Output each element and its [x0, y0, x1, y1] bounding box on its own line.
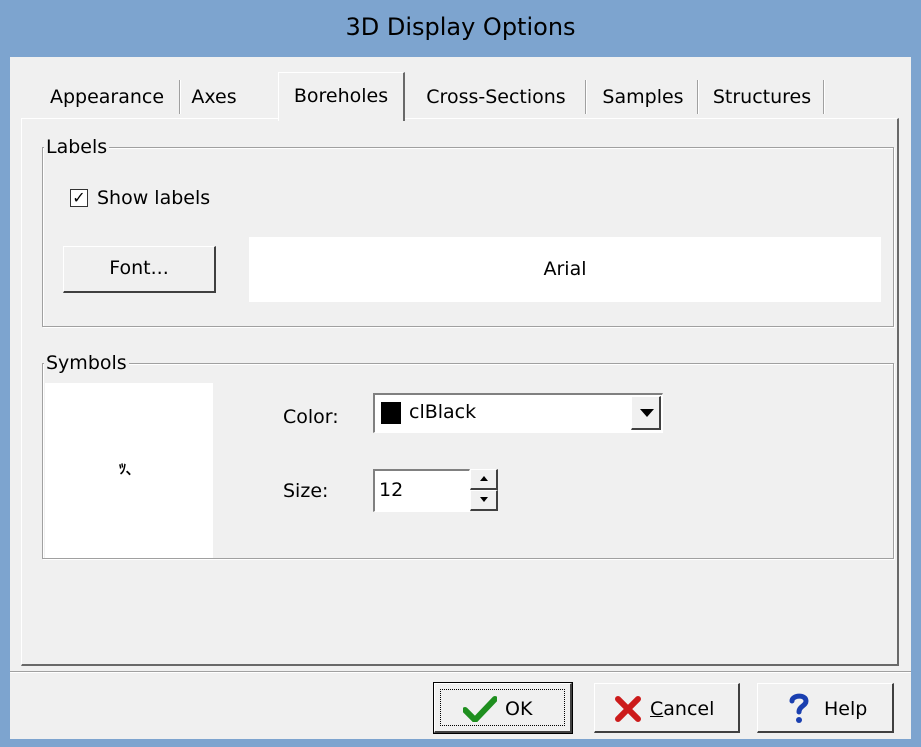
symbol-preview: ﾂ､	[45, 383, 213, 558]
tab-label: Structures	[712, 86, 812, 108]
color-label: Color:	[283, 406, 339, 428]
size-label: Size:	[283, 480, 329, 502]
size-spin-down-button[interactable]	[470, 490, 498, 511]
font-button-label: Font...	[109, 257, 169, 279]
checkmark-icon: ✓	[72, 188, 86, 207]
size-input[interactable]: 12	[373, 469, 470, 512]
cancel-accelerator: C	[650, 698, 664, 720]
tab-cross-sections[interactable]: Cross-Sections	[405, 76, 587, 118]
chevron-down-icon[interactable]	[631, 396, 661, 430]
font-button[interactable]: Font...	[63, 246, 216, 293]
color-select-value: clBlack	[409, 401, 477, 423]
help-icon	[789, 693, 809, 723]
tab-axes[interactable]: Axes	[181, 76, 247, 118]
font-preview: Arial	[249, 237, 881, 302]
bottom-divider	[10, 671, 911, 673]
tab-label: Boreholes	[293, 85, 389, 107]
tab-label: Cross-Sections	[426, 86, 566, 108]
show-labels-checkbox[interactable]: ✓	[70, 189, 88, 207]
tab-structures[interactable]: Structures	[699, 76, 825, 118]
show-labels-label[interactable]: Show labels	[97, 187, 210, 209]
cancel-button[interactable]: Cancel	[594, 683, 740, 733]
size-input-value: 12	[379, 479, 404, 501]
window-frame-left	[0, 57, 10, 747]
window-frame-right	[911, 57, 921, 747]
help-button[interactable]: Help	[757, 683, 894, 733]
window-frame-bottom	[0, 739, 921, 747]
tab-boreholes[interactable]: Boreholes	[278, 72, 405, 121]
symbols-group-caption: Symbols	[44, 352, 129, 374]
title-bar[interactable]: 3D Display Options	[0, 0, 921, 57]
borehole-symbol-icon: ﾂ､	[119, 462, 133, 478]
tab-label: Axes	[191, 86, 237, 108]
cancel-button-label: Cancel	[650, 698, 714, 720]
help-button-label: Help	[824, 698, 868, 720]
tab-appearance[interactable]: Appearance	[33, 76, 181, 118]
tab-samples[interactable]: Samples	[587, 76, 699, 118]
check-icon	[463, 696, 497, 722]
labels-group-caption: Labels	[44, 136, 110, 158]
tab-separator	[823, 80, 825, 114]
tab-label: Samples	[602, 86, 684, 108]
close-icon	[615, 696, 641, 722]
tab-label: Appearance	[49, 86, 165, 108]
window-title: 3D Display Options	[345, 13, 576, 41]
font-preview-text: Arial	[543, 258, 587, 280]
color-swatch	[381, 402, 401, 424]
ok-button-label: OK	[505, 698, 533, 720]
size-spin-up-button[interactable]	[470, 469, 498, 490]
focus-rect	[440, 689, 565, 726]
color-select[interactable]: clBlack	[373, 393, 663, 433]
ok-button[interactable]: OK	[433, 682, 573, 734]
cancel-label-rest: ancel	[663, 698, 715, 720]
